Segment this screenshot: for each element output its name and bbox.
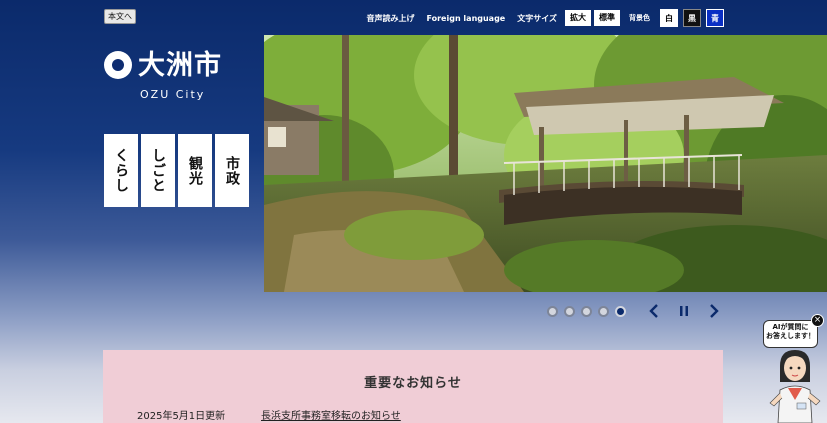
read-aloud-link[interactable]: 音声読み上げ [366, 13, 414, 24]
close-icon[interactable]: × [811, 314, 824, 327]
site-logo[interactable]: 大洲市 OZU City [104, 51, 234, 101]
text-size-enlarge-button[interactable]: 拡大 [565, 10, 591, 26]
slider-controls [547, 303, 722, 319]
category-shisei[interactable]: 市政 [215, 134, 249, 207]
logo-name-jp: 大洲市 [138, 49, 222, 81]
slide-dot-1[interactable] [547, 305, 558, 317]
pause-slide-button[interactable] [676, 303, 692, 319]
ai-assistant-widget[interactable]: AIが質問に お答えします！ × [760, 314, 827, 423]
category-shigoto[interactable]: しごと [141, 134, 175, 207]
next-slide-button[interactable] [706, 303, 722, 319]
prev-slide-button[interactable] [646, 303, 662, 319]
assistant-character-icon [769, 350, 821, 423]
notice-date: 2025年5月1日更新 [137, 411, 226, 422]
bg-white-button[interactable]: 白 [660, 9, 678, 27]
skip-to-content-link[interactable]: 本文へ [104, 9, 136, 24]
foreign-language-link[interactable]: Foreign language [426, 14, 505, 23]
category-label: 観光 [187, 155, 203, 186]
category-label: くらし [113, 148, 129, 193]
text-size-standard-button[interactable]: 標準 [594, 10, 620, 26]
ai-bubble-line2: お答えします！ [766, 332, 815, 341]
garden-pavilion-photo [264, 35, 827, 292]
chevron-right-icon [710, 304, 719, 318]
text-size-label: 文字サイズ [517, 13, 557, 23]
bg-black-button[interactable]: 黒 [683, 9, 701, 27]
slide-dot-2[interactable] [564, 305, 575, 317]
hero-slide-image [264, 35, 827, 292]
category-kanko[interactable]: 観光 [178, 134, 212, 207]
pause-icon [680, 306, 688, 316]
slide-dot-3[interactable] [581, 305, 592, 317]
category-nav: くらし しごと 観光 市政 [104, 134, 249, 207]
logo-name-en: OZU City [140, 88, 206, 101]
category-kurashi[interactable]: くらし [104, 134, 138, 207]
notice-link[interactable]: 長浜支所事務室移転のお知らせ [261, 407, 401, 422]
chevron-left-icon [649, 304, 658, 318]
slide-dot-4[interactable] [598, 305, 609, 317]
category-label: しごと [150, 148, 166, 193]
utility-bar: 音声読み上げ Foreign language 文字サイズ 拡大 標準 背景色 … [366, 8, 724, 28]
bg-blue-button[interactable]: 青 [706, 9, 724, 27]
notice-item: 2025年5月1日更新 長浜支所事務室移転のお知らせ [137, 407, 401, 422]
city-emblem-icon [104, 51, 132, 79]
ai-speech-bubble[interactable]: AIが質問に お答えします！ [763, 320, 818, 348]
notice-title: 重要なお知らせ [364, 376, 462, 391]
bg-color-label: 背景色 [629, 14, 650, 22]
category-label: 市政 [224, 155, 240, 186]
slide-dot-5[interactable] [615, 305, 626, 317]
important-notice-panel: 重要なお知らせ 2025年5月1日更新 長浜支所事務室移転のお知らせ [103, 350, 723, 423]
